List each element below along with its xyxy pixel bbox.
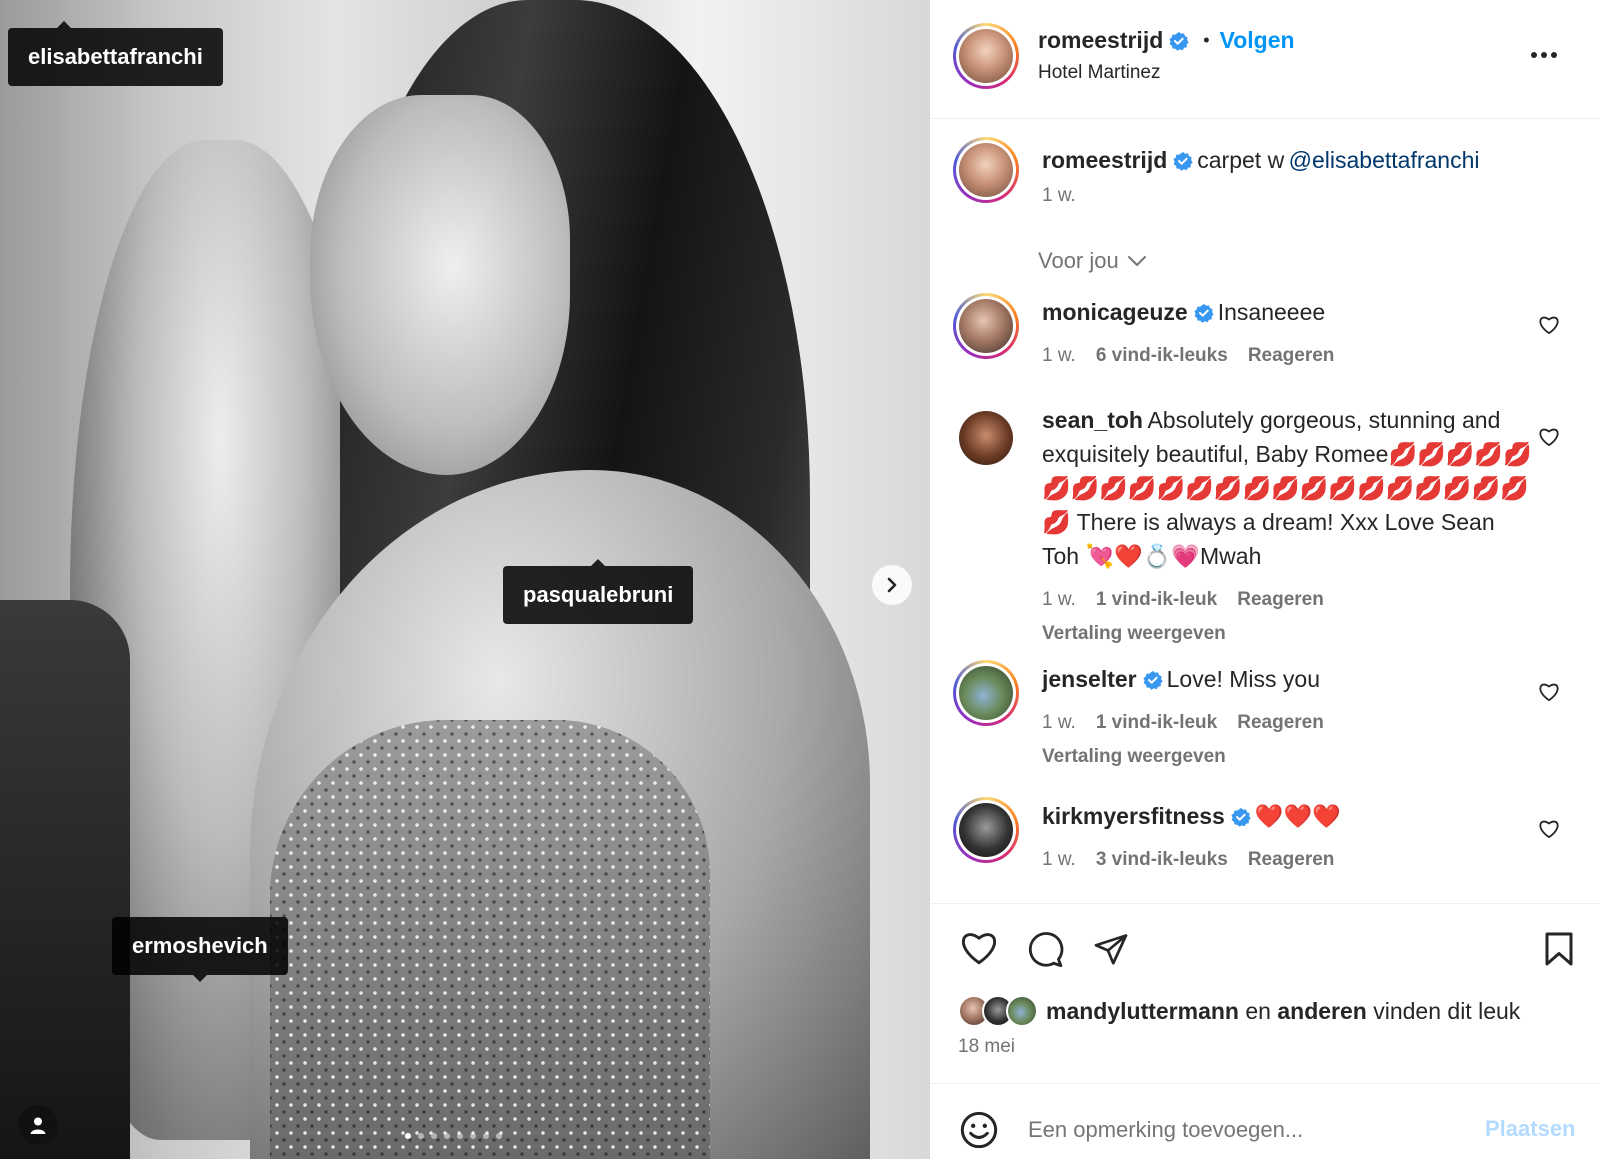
carousel-indicator xyxy=(405,1133,502,1139)
comment-sort-label: Voor jou xyxy=(1038,248,1119,273)
comment-reply-button[interactable]: Reageren xyxy=(1248,845,1335,875)
tagged-users-button[interactable] xyxy=(18,1105,58,1145)
heart-icon[interactable] xyxy=(1538,682,1560,702)
likers-others-link[interactable]: anderen xyxy=(1277,998,1366,1024)
header-location[interactable]: Hotel Martinez xyxy=(1038,62,1161,84)
comment-username[interactable]: sean_toh xyxy=(1042,407,1143,433)
header-avatar[interactable] xyxy=(953,23,1019,89)
comment-meta: 1 w. 1 vind-ik-leuk Reageren xyxy=(1042,585,1532,615)
comment-bubble-icon[interactable] xyxy=(1026,930,1064,968)
composer-divider xyxy=(930,1083,1600,1084)
likes-text: mandyluttermann en anderen vinden dit le… xyxy=(1046,997,1521,1024)
caption-avatar[interactable] xyxy=(953,137,1019,203)
liker-avatars[interactable] xyxy=(958,995,1042,1027)
comment-likes[interactable]: 1 vind-ik-leuk xyxy=(1096,708,1217,738)
comment-reply-button[interactable]: Reageren xyxy=(1237,708,1324,738)
translate-button[interactable]: Vertaling weergeven xyxy=(1042,619,1226,649)
caption-time[interactable]: 1 w. xyxy=(1042,185,1076,207)
heart-icon[interactable] xyxy=(1538,427,1560,447)
comment-username[interactable]: jenselter xyxy=(1042,666,1137,692)
comment-meta: 1 w. 3 vind-ik-leuks Reageren xyxy=(1042,845,1520,875)
post-comment-button[interactable]: Plaatsen xyxy=(1485,1116,1576,1142)
user-tag-ermoshevich[interactable]: ermoshevich xyxy=(112,917,288,982)
chevron-right-icon xyxy=(887,577,897,593)
header-username[interactable]: romeestrijd xyxy=(1038,27,1163,54)
comment-likes[interactable]: 3 vind-ik-leuks xyxy=(1096,845,1228,875)
user-tag-elisabettafranchi[interactable]: elisabettafranchi xyxy=(8,21,223,86)
post-header: romeestrijd • Volgen xyxy=(1038,27,1295,54)
comment-avatar[interactable] xyxy=(959,411,1013,465)
comment-sort-dropdown[interactable]: Voor jou xyxy=(1038,248,1147,274)
header-divider xyxy=(930,118,1600,119)
comment-username[interactable]: kirkmyersfitness xyxy=(1042,803,1225,829)
photo-dress xyxy=(270,720,710,1159)
verified-badge-icon xyxy=(1143,671,1163,690)
share-send-icon[interactable] xyxy=(1092,931,1130,967)
comment-time[interactable]: 1 w. xyxy=(1042,341,1076,371)
heart-icon[interactable] xyxy=(1538,315,1560,335)
translate-button[interactable]: Vertaling weergeven xyxy=(1042,742,1226,772)
follow-button[interactable]: Volgen xyxy=(1220,27,1295,54)
header-separator: • xyxy=(1203,30,1210,50)
carousel-dot xyxy=(431,1133,437,1139)
verified-badge-icon xyxy=(1194,304,1214,323)
carousel-dot xyxy=(483,1133,489,1139)
carousel-dot xyxy=(470,1133,476,1139)
like-heart-icon[interactable] xyxy=(959,930,999,966)
caption: romeestrijd carpet w @elisabettafranchi xyxy=(1042,145,1480,179)
bookmark-icon[interactable] xyxy=(1544,931,1574,967)
carousel-dot xyxy=(418,1133,424,1139)
chevron-down-icon xyxy=(1127,256,1146,266)
comment-text: Love! Miss you xyxy=(1166,666,1321,692)
comment-time[interactable]: 1 w. xyxy=(1042,708,1076,738)
comment-avatar[interactable] xyxy=(953,660,1019,726)
post-sidebar: romeestrijd • Volgen Hotel Martinez rome… xyxy=(930,0,1600,1159)
comment-text: Insaneeee xyxy=(1217,299,1326,325)
photo-dark-area xyxy=(0,600,130,1159)
comment-reply-button[interactable]: Reageren xyxy=(1237,585,1324,615)
post-date[interactable]: 18 mei xyxy=(958,1036,1015,1058)
carousel-dot xyxy=(457,1133,463,1139)
liker-username[interactable]: mandyluttermann xyxy=(1046,998,1239,1024)
comment-time[interactable]: 1 w. xyxy=(1042,845,1076,875)
next-slide-button[interactable] xyxy=(872,565,912,605)
comment-time[interactable]: 1 w. xyxy=(1042,585,1076,615)
comment-meta: 1 w. 1 vind-ik-leuk Reageren xyxy=(1042,708,1520,738)
more-horizontal-icon[interactable] xyxy=(1530,50,1558,60)
carousel-dot xyxy=(496,1133,502,1139)
comment-username[interactable]: monicageuze xyxy=(1042,299,1188,325)
comment-likes[interactable]: 1 vind-ik-leuk xyxy=(1096,585,1217,615)
comment-reply-button[interactable]: Reageren xyxy=(1248,341,1335,371)
user-tag-pasqualebruni[interactable]: pasqualebruni xyxy=(503,559,694,624)
likes-summary: mandyluttermann en anderen vinden dit le… xyxy=(958,995,1520,1027)
carousel-dot xyxy=(444,1133,450,1139)
comment-text: ❤️❤️❤️ xyxy=(1254,803,1341,829)
actions-divider xyxy=(930,903,1600,904)
post-photo[interactable]: elisabettafranchi pasqualebruni ermoshev… xyxy=(0,0,930,1159)
comment-avatar[interactable] xyxy=(953,797,1019,863)
verified-badge-icon xyxy=(1231,808,1251,827)
comment-avatar[interactable] xyxy=(953,293,1019,359)
comment-likes[interactable]: 6 vind-ik-leuks xyxy=(1096,341,1228,371)
carousel-dot xyxy=(405,1133,411,1139)
caption-username[interactable]: romeestrijd xyxy=(1042,147,1167,173)
heart-icon[interactable] xyxy=(1538,819,1560,839)
verified-badge-icon xyxy=(1173,152,1193,171)
comment-meta: 1 w. 6 vind-ik-leuks Reageren xyxy=(1042,341,1520,371)
comment-input[interactable] xyxy=(1028,1112,1458,1148)
caption-text: carpet w xyxy=(1197,147,1285,173)
user-icon xyxy=(30,1117,46,1134)
caption-mention-link[interactable]: @elisabettafranchi xyxy=(1289,147,1480,173)
verified-badge-icon xyxy=(1169,31,1189,51)
emoji-icon[interactable] xyxy=(959,1110,999,1150)
